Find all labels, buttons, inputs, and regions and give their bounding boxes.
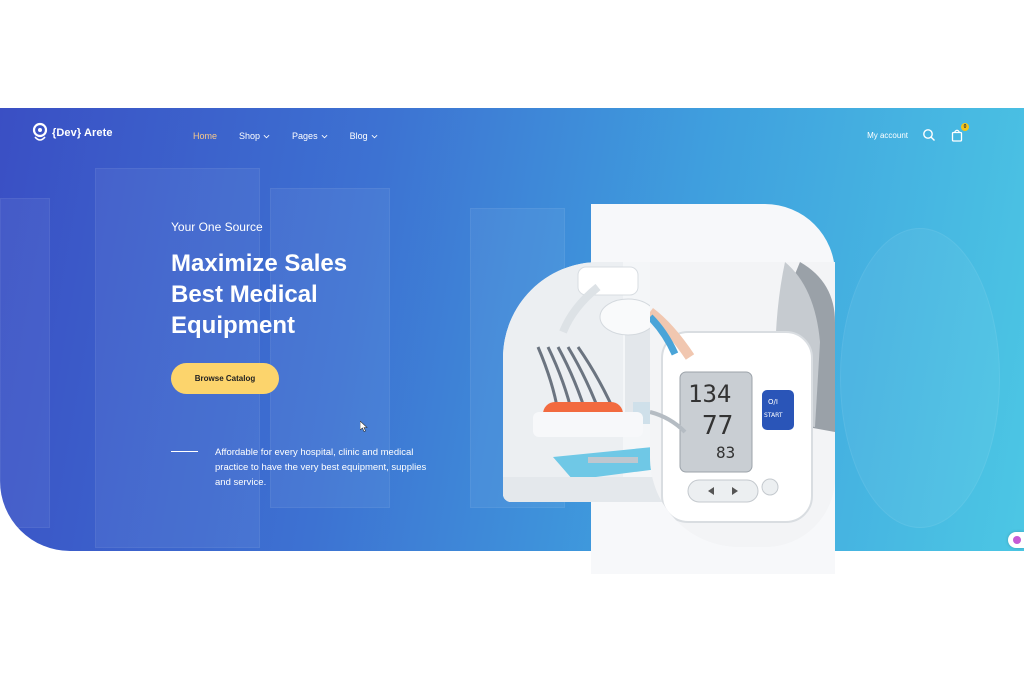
bp-reading-pulse: 83: [716, 443, 735, 462]
brand-name: {Dev} Arete: [52, 127, 113, 139]
nav-item-pages[interactable]: Pages: [292, 131, 328, 141]
backdrop-window: [0, 198, 50, 528]
brand-logo[interactable]: {Dev} Arete: [32, 122, 113, 144]
main-nav: Home Shop Pages Blog: [193, 131, 400, 141]
nav-item-label: Home: [193, 131, 218, 141]
cart-count-badge: 0: [961, 123, 969, 131]
headline-line: Best Medical: [171, 281, 318, 308]
my-account-link[interactable]: My account: [867, 131, 908, 140]
bp-button-label-start: START: [764, 412, 783, 419]
bp-button-label-power: O/I: [768, 398, 778, 406]
chevron-down-icon: [371, 134, 378, 138]
blood-pressure-monitor-image: 134 77 83 O/I START: [650, 262, 835, 547]
search-icon[interactable]: [922, 128, 936, 142]
page: {Dev} Arete Home Shop Pages Blog My acco…: [0, 0, 1024, 683]
headline-line: Maximize Sales: [171, 250, 348, 277]
chevron-down-icon: [263, 134, 270, 138]
accent-divider: [171, 451, 198, 452]
browse-catalog-button[interactable]: Browse Catalog: [171, 363, 279, 394]
backdrop-lamp: [840, 228, 1000, 528]
header-actions: My account 0: [867, 123, 969, 142]
nav-item-home[interactable]: Home: [193, 131, 217, 141]
nav-item-shop[interactable]: Shop: [239, 131, 270, 141]
nav-item-label: Shop: [239, 131, 261, 141]
nav-item-label: Pages: [292, 131, 318, 141]
shopping-bag-icon[interactable]: 0: [950, 123, 969, 142]
bp-reading-top: 134: [688, 380, 731, 408]
headline-line: Equipment: [171, 312, 295, 339]
hero-description: Affordable for every hospital, clinic an…: [215, 447, 427, 488]
site-header: {Dev} Arete Home Shop Pages Blog My acco…: [0, 108, 1024, 166]
mouse-cursor-icon: [360, 421, 368, 432]
hero-headline: Maximize Sales Best Medical Equipment: [171, 248, 451, 341]
logo-icon: [32, 122, 48, 144]
chat-widget-icon[interactable]: [1008, 532, 1024, 548]
bp-reading-mid: 77: [702, 411, 733, 441]
chevron-down-icon: [321, 134, 328, 138]
hero-eyebrow: Your One Source: [171, 220, 263, 234]
nav-item-blog[interactable]: Blog: [350, 131, 378, 141]
nav-item-label: Blog: [349, 131, 368, 141]
